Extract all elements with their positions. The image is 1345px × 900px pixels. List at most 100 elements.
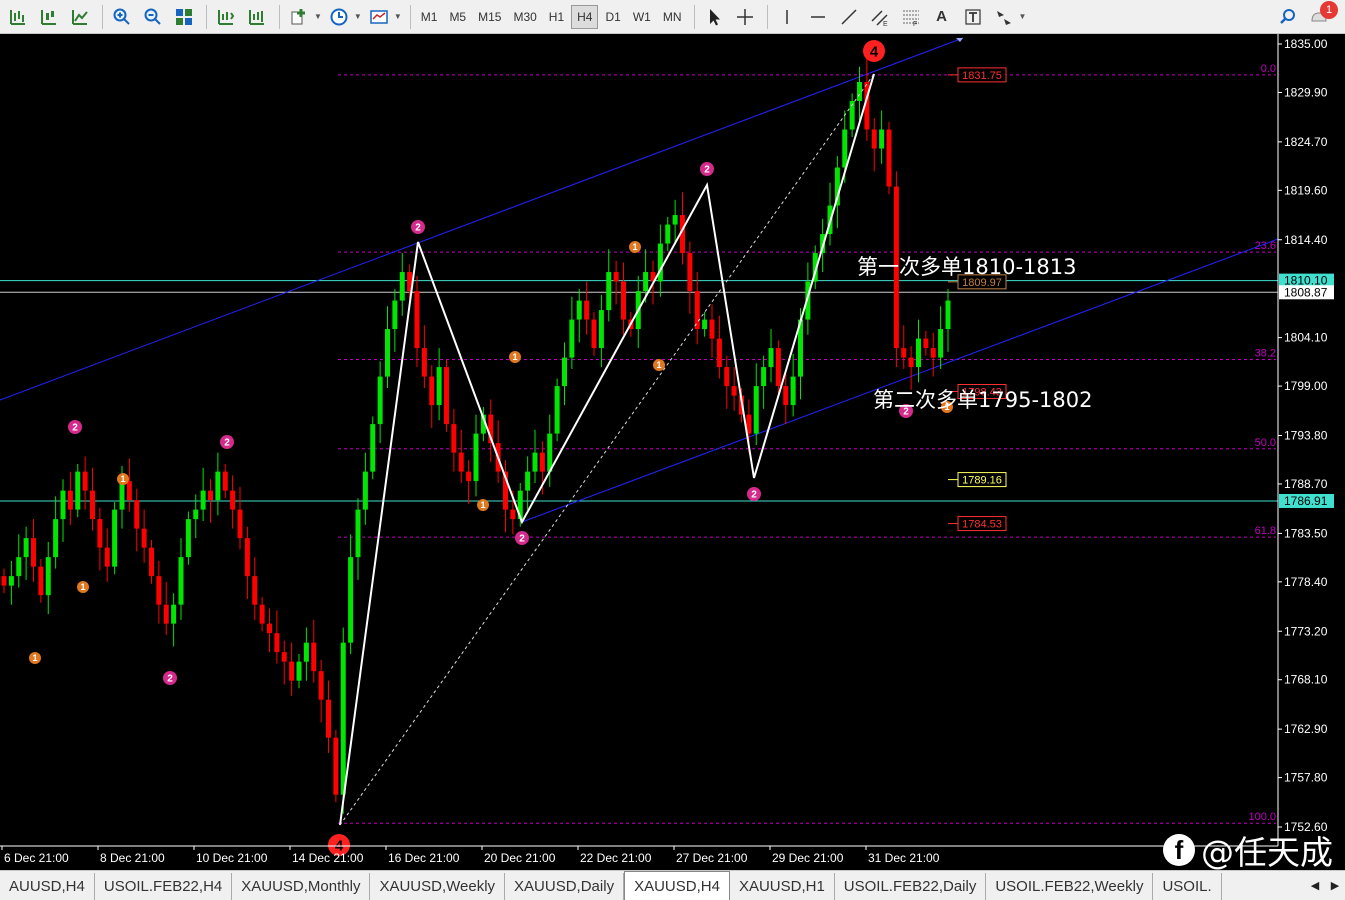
- chart-tab[interactable]: USOIL.FEB22,Weekly: [986, 873, 1154, 900]
- zoom-in-icon[interactable]: [108, 4, 136, 30]
- timeframe-h4[interactable]: H4: [571, 4, 599, 29]
- chart-tab[interactable]: USOIL.: [1153, 873, 1222, 900]
- chart-tab[interactable]: XAUUSD,Monthly: [232, 873, 371, 900]
- chart-tab[interactable]: XAUUSD,Daily: [505, 873, 625, 900]
- arrows-icon[interactable]: [990, 4, 1018, 30]
- time-axis-label: 10 Dec 21:00: [196, 851, 268, 865]
- fibonacci-icon[interactable]: F: [897, 4, 925, 30]
- candle-body: [584, 300, 590, 320]
- candle-body: [311, 642, 317, 672]
- toolbar-divider: [693, 4, 695, 29]
- candle-body: [879, 129, 885, 149]
- wave-label-text: 1: [80, 582, 85, 592]
- price-axis-label: 1799.00: [1284, 379, 1328, 393]
- cursor-icon[interactable]: [700, 4, 728, 30]
- candle-body: [709, 319, 715, 339]
- search-icon[interactable]: [1274, 4, 1302, 30]
- candle-body: [318, 671, 324, 700]
- candle-body: [178, 557, 184, 605]
- dropdown-arrow-icon[interactable]: ▼: [354, 12, 362, 21]
- candle-body: [576, 300, 582, 320]
- text-tool-icon[interactable]: A: [928, 4, 956, 30]
- text-label-icon[interactable]: [959, 4, 987, 30]
- fib-level-label: 0.0: [1261, 63, 1276, 75]
- dropdown-arrow-icon[interactable]: ▼: [394, 12, 402, 21]
- chart-tab[interactable]: AUUSD,H4: [0, 873, 95, 900]
- candle-body: [348, 557, 354, 643]
- candle-body: [761, 367, 767, 387]
- equidistant-channel-icon[interactable]: E: [866, 4, 894, 30]
- crosshair-icon[interactable]: [731, 4, 759, 30]
- candle-body: [569, 319, 575, 358]
- price-axis-label: 1829.90: [1284, 85, 1328, 99]
- candle-body: [451, 424, 457, 453]
- candle-body: [185, 519, 191, 558]
- timeframe-h1[interactable]: H1: [544, 5, 569, 29]
- bar-chart-icon[interactable]: [4, 4, 32, 30]
- candle-body: [208, 490, 213, 501]
- candle-body: [945, 300, 951, 330]
- time-axis-label: 8 Dec 21:00: [100, 851, 165, 865]
- timeframe-m15[interactable]: M15: [473, 5, 506, 29]
- candle-body: [657, 243, 663, 282]
- chart-tab[interactable]: USOIL.FEB22,H4: [95, 873, 233, 900]
- dropdown-arrow-icon[interactable]: ▼: [314, 12, 322, 21]
- line-chart-icon[interactable]: [66, 4, 94, 30]
- candle-body: [31, 538, 36, 567]
- horizontal-line-icon[interactable]: [804, 4, 832, 30]
- candle-body: [385, 329, 390, 377]
- timeframe-m5[interactable]: M5: [444, 5, 471, 29]
- svg-text:F: F: [913, 21, 917, 27]
- chart-tab[interactable]: XAUUSD,H4: [624, 871, 730, 900]
- candle-body: [23, 538, 29, 558]
- timeframe-m30[interactable]: M30: [508, 5, 541, 29]
- time-axis-label: 6 Dec 21:00: [4, 851, 69, 865]
- chart-tab[interactable]: USOIL.FEB22,Daily: [835, 873, 987, 900]
- templates-icon[interactable]: [365, 4, 393, 30]
- candle-body: [1, 576, 7, 586]
- candle-body: [163, 604, 169, 624]
- candle-body: [252, 576, 258, 605]
- chart-shift-icon[interactable]: [243, 4, 271, 30]
- candle-body: [303, 642, 309, 662]
- toolbar-divider: [206, 4, 207, 29]
- candle-body: [775, 348, 781, 387]
- autoscroll-icon[interactable]: [212, 4, 240, 30]
- tab-scroll-buttons[interactable]: ◀ ▶: [1305, 871, 1345, 900]
- candle-body: [525, 471, 531, 491]
- candle-body: [436, 367, 442, 406]
- wave-label-text: 1: [656, 360, 661, 370]
- candle-body: [215, 471, 221, 501]
- timeframe-buttons: M1 M5 M15 M30 H1 H4 D1 W1 MN: [416, 4, 689, 29]
- candlestick-chart-icon[interactable]: [35, 4, 63, 30]
- periods-clock-icon[interactable]: [325, 4, 353, 30]
- candle-body: [665, 224, 671, 244]
- indicators-icon[interactable]: [285, 4, 313, 30]
- trendline-icon[interactable]: [835, 4, 863, 30]
- scroll-right-icon[interactable]: ▶: [1331, 879, 1339, 892]
- wave-label-text: 2: [519, 534, 525, 545]
- notifications-icon[interactable]: 1: [1305, 0, 1338, 30]
- chart-tab[interactable]: XAUUSD,Weekly: [370, 873, 506, 900]
- candle-body: [200, 490, 206, 510]
- axis-price-badge-text: 1786.91: [1284, 494, 1328, 508]
- wave-label-text: 1: [632, 242, 637, 252]
- candle-body: [613, 272, 619, 282]
- candle-body: [539, 452, 545, 472]
- timeframe-d1[interactable]: D1: [600, 5, 625, 29]
- vertical-line-icon[interactable]: [773, 4, 801, 30]
- timeframe-mn[interactable]: MN: [658, 5, 687, 29]
- price-chart[interactable]: 0.023.638.250.061.8100.0 442222222211111…: [0, 34, 1345, 870]
- timeframe-m1[interactable]: M1: [416, 5, 443, 29]
- time-axis-label: 16 Dec 21:00: [388, 851, 460, 865]
- candle-body: [38, 566, 44, 596]
- tile-windows-icon[interactable]: [170, 4, 198, 30]
- dropdown-arrow-icon[interactable]: ▼: [1019, 12, 1027, 21]
- chart-tab[interactable]: XAUUSD,H1: [730, 873, 835, 900]
- fib-level-label: 61.8: [1255, 525, 1276, 537]
- timeframe-w1[interactable]: W1: [628, 5, 656, 29]
- price-axis-label: 1773.20: [1284, 624, 1328, 638]
- zoom-out-icon[interactable]: [139, 4, 167, 30]
- scroll-left-icon[interactable]: ◀: [1311, 879, 1319, 892]
- toolbar-divider: [766, 4, 768, 29]
